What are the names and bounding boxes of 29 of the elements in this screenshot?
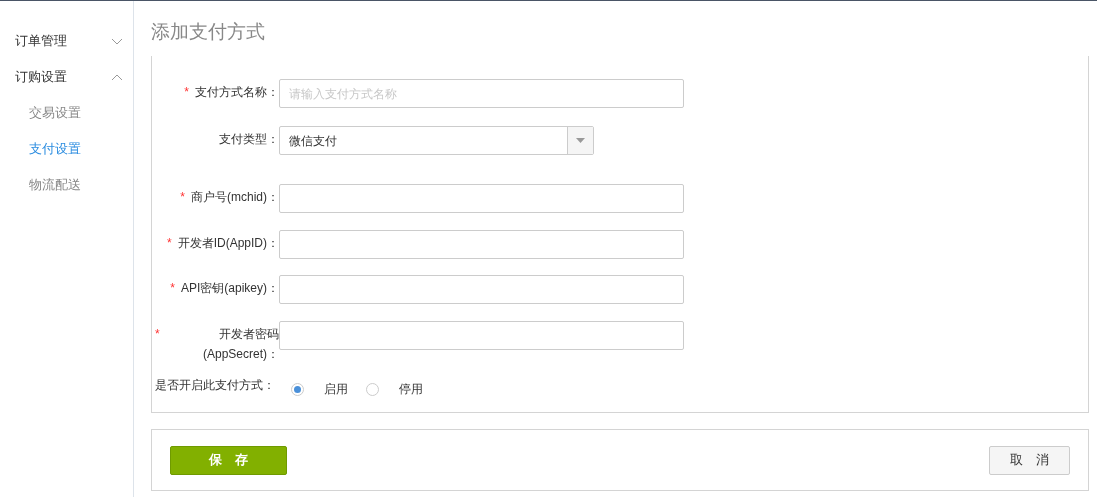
input-field[interactable] xyxy=(279,184,684,213)
required-asterisk: * xyxy=(170,280,175,297)
required-asterisk: * xyxy=(167,235,172,252)
field-label: 支付方式名称： xyxy=(195,84,279,101)
required-asterisk: * xyxy=(184,84,189,101)
dropdown-caret-icon xyxy=(576,138,585,143)
sidebar-item[interactable]: 订单管理 xyxy=(0,23,133,59)
radio-label: 停用 xyxy=(399,381,423,398)
field-label: 开发者密码(AppSecret)： xyxy=(201,326,279,363)
sidebar-subitem[interactable]: 交易设置 xyxy=(0,95,133,131)
input-field[interactable] xyxy=(279,230,684,259)
field-label: API密钥(apikey)： xyxy=(180,280,279,297)
page-title: 添加支付方式 xyxy=(151,20,266,44)
field-label: 商户号(mchid)： xyxy=(191,189,279,206)
radio-label: 启用 xyxy=(324,381,348,398)
cancel-button[interactable]: 取 消 xyxy=(989,445,1070,475)
sidebar-subitem[interactable]: 物流配送 xyxy=(0,167,133,203)
select-field[interactable]: 微信支付 xyxy=(279,126,594,155)
field-label: 开发者ID(AppID)： xyxy=(177,235,279,252)
field-label: 支付类型： xyxy=(219,131,279,148)
input-field[interactable] xyxy=(279,275,684,304)
field-label: 是否开启此支付方式： xyxy=(155,378,275,392)
radio-button[interactable] xyxy=(366,382,379,396)
required-asterisk: * xyxy=(155,326,160,343)
radio-button[interactable] xyxy=(291,382,304,396)
sidebar-item[interactable]: 订购设置 xyxy=(0,59,133,95)
input-field[interactable] xyxy=(279,321,684,350)
required-asterisk: * xyxy=(180,189,185,206)
sidebar-subitem[interactable]: 支付设置 xyxy=(0,131,133,167)
